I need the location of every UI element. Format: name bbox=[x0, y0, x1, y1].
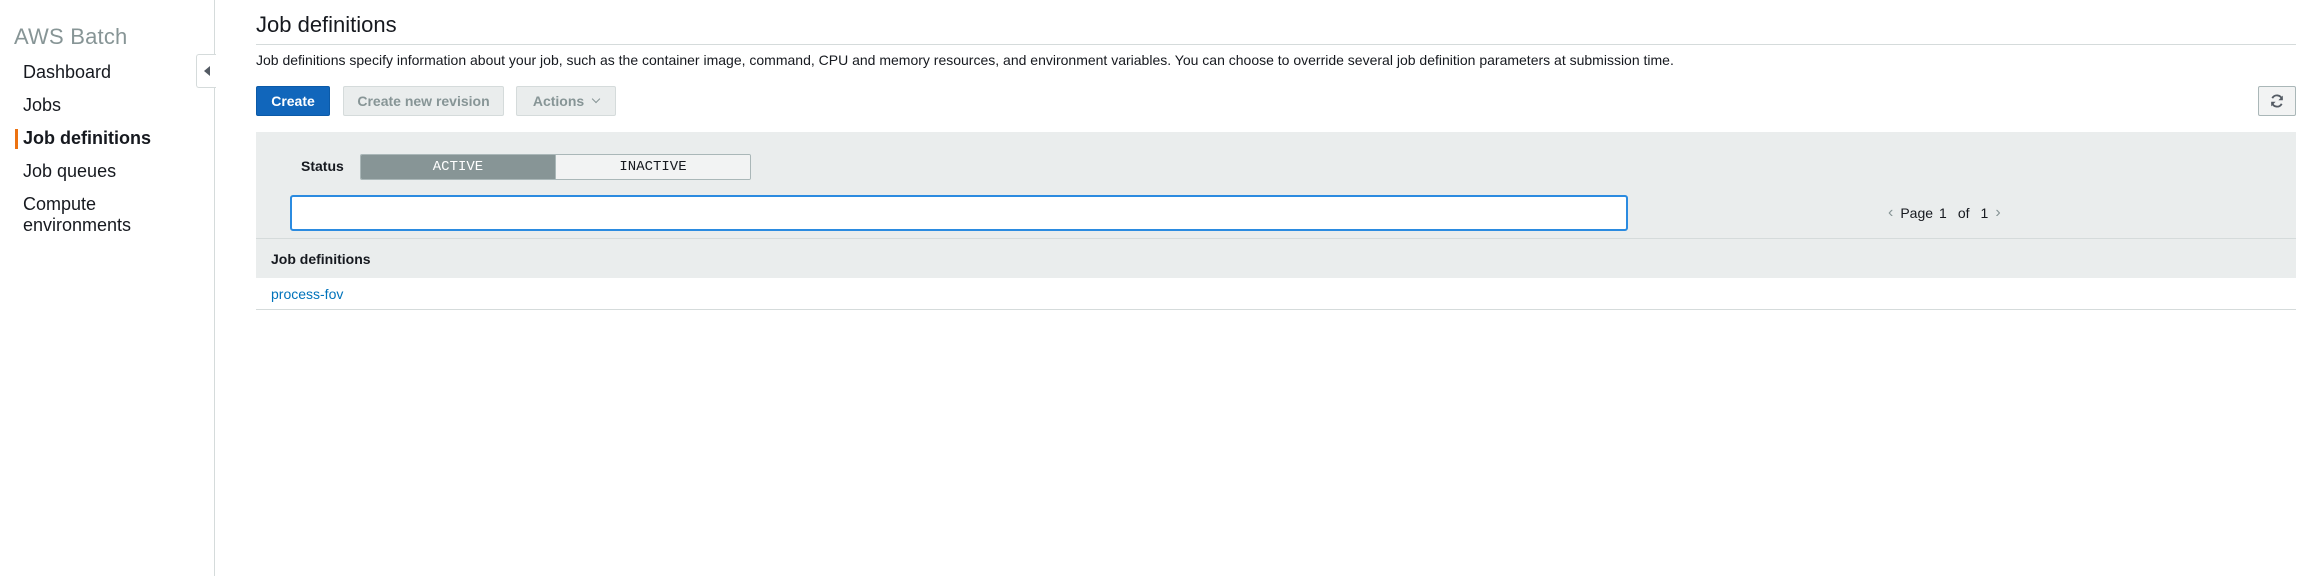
column-header-job-definitions[interactable]: Job definitions bbox=[271, 251, 371, 267]
table-row: process-fov bbox=[256, 278, 2296, 310]
next-page-icon[interactable]: › bbox=[1991, 204, 2004, 222]
sidebar-nav: Dashboard Jobs Job definitions Job queue… bbox=[0, 62, 214, 248]
title-divider bbox=[256, 44, 2296, 45]
collapse-sidebar-button[interactable] bbox=[196, 54, 216, 88]
sidebar-item-job-definitions[interactable]: Job definitions bbox=[0, 128, 214, 149]
table-header: Job definitions bbox=[256, 238, 2296, 278]
status-label: Status bbox=[301, 158, 344, 174]
sidebar-item-job-queues[interactable]: Job queues bbox=[0, 161, 214, 182]
page-current: 1 bbox=[1939, 205, 1947, 221]
sidebar-item-dashboard[interactable]: Dashboard bbox=[0, 62, 214, 83]
caret-left-icon bbox=[203, 66, 210, 76]
previous-page-icon[interactable]: ‹ bbox=[1884, 204, 1897, 222]
chevron-down-icon bbox=[591, 94, 601, 104]
actions-label: Actions bbox=[532, 93, 585, 109]
sidebar: AWS Batch Dashboard Jobs Job definitions… bbox=[0, 0, 215, 576]
search-input[interactable] bbox=[290, 195, 1628, 231]
page-total: 1 bbox=[1980, 205, 1989, 221]
create-button[interactable]: Create bbox=[256, 86, 330, 116]
refresh-button[interactable] bbox=[2258, 86, 2296, 116]
main-content: Job definitions Job definitions specify … bbox=[256, 0, 2296, 576]
page-description: Job definitions specify information abou… bbox=[256, 52, 1674, 68]
toolbar: Create Create new revision Actions bbox=[256, 86, 2296, 116]
refresh-icon bbox=[2271, 94, 2283, 108]
create-new-revision-button[interactable]: Create new revision bbox=[343, 86, 504, 116]
status-toggle: ACTIVE INACTIVE bbox=[360, 154, 751, 180]
filter-panel: Status ACTIVE INACTIVE ‹ Page 1 of 1 › bbox=[256, 132, 2296, 238]
page-of: of bbox=[1957, 205, 1970, 221]
status-active-option[interactable]: ACTIVE bbox=[361, 155, 555, 179]
actions-button[interactable]: Actions bbox=[516, 86, 616, 116]
job-definition-link[interactable]: process-fov bbox=[271, 286, 343, 302]
sidebar-item-compute-environments[interactable]: Compute environments bbox=[0, 194, 214, 236]
status-inactive-option[interactable]: INACTIVE bbox=[555, 155, 750, 179]
page-prefix: Page bbox=[1900, 205, 1934, 221]
pagination: ‹ Page 1 of 1 › bbox=[1884, 198, 2005, 228]
page-title: Job definitions bbox=[256, 12, 397, 37]
sidebar-title: AWS Batch bbox=[14, 24, 128, 49]
sidebar-item-jobs[interactable]: Jobs bbox=[0, 95, 214, 116]
